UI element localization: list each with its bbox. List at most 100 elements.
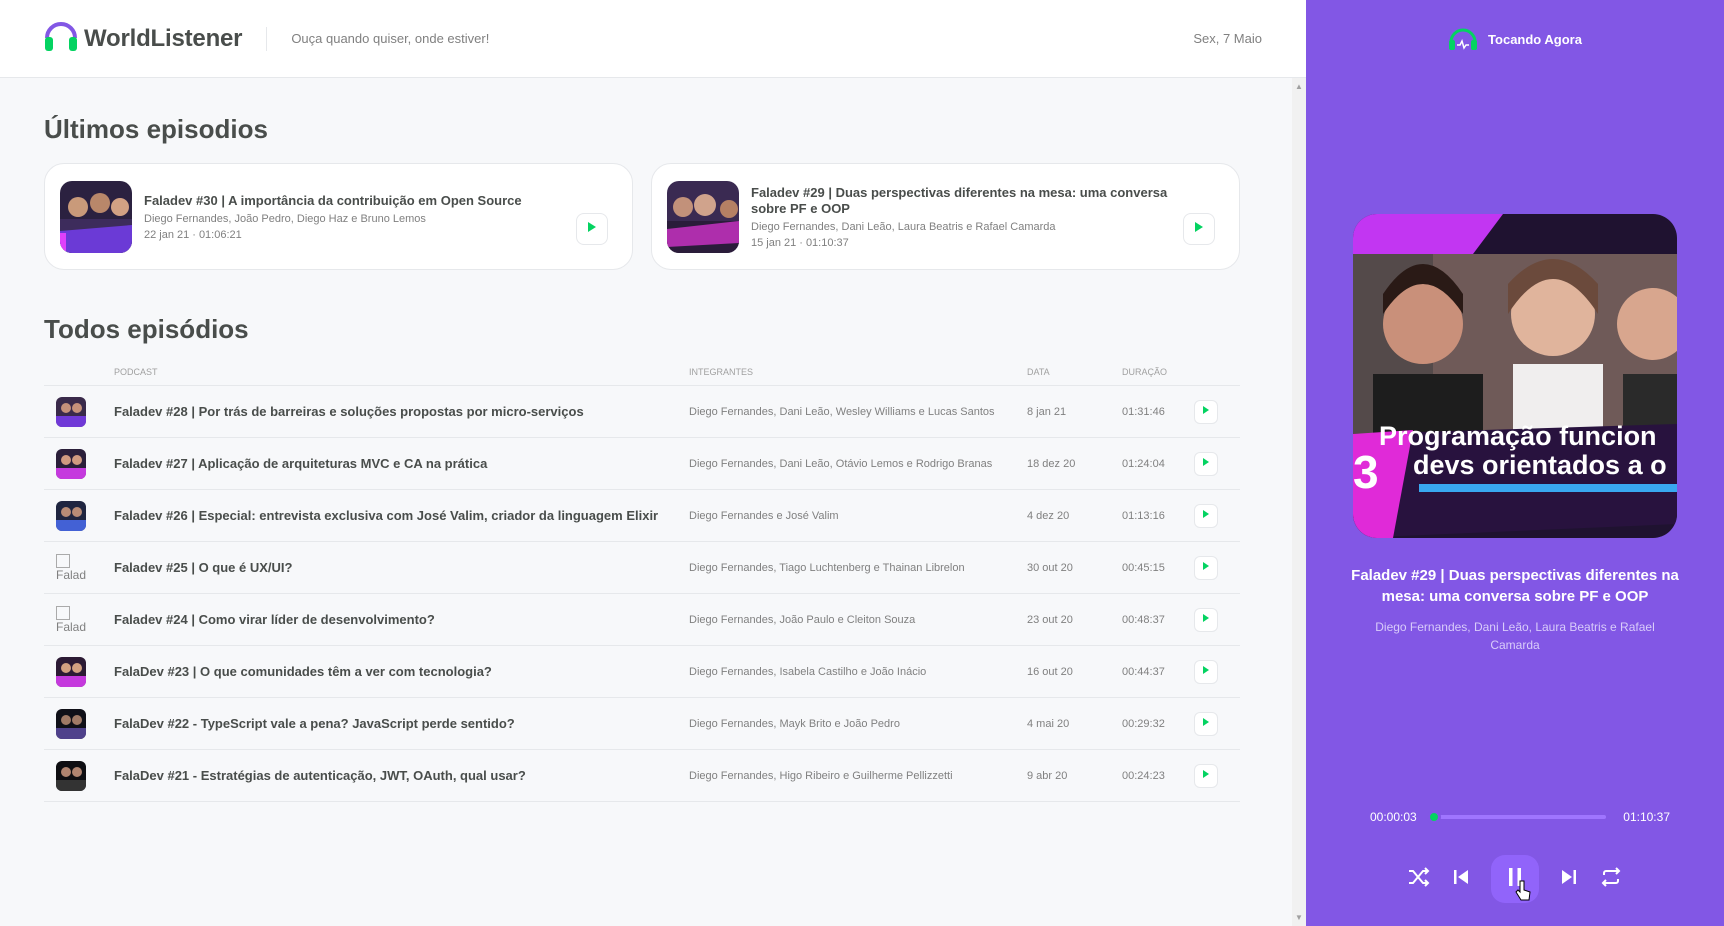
player-panel: Tocando Agora 3 Programação funcion devs…: [1306, 0, 1724, 926]
episode-members: Diego Fernandes, Dani Leão, Laura Beatri…: [751, 220, 1056, 233]
episode-title[interactable]: Faladev #30 | A importância da contribui…: [144, 193, 564, 209]
episode-date: 23 out 20: [1027, 593, 1122, 646]
previous-button[interactable]: [1449, 867, 1473, 891]
episode-title[interactable]: Faladev #28 | Por trás de barreiras e so…: [114, 385, 689, 438]
table-row[interactable]: Faladev #28 | Por trás de barreiras e so…: [44, 385, 1240, 438]
table-row[interactable]: Faladev #27 | Aplicação de arquiteturas …: [44, 437, 1240, 490]
logo[interactable]: WorldListener: [44, 18, 243, 59]
latest-episodes-heading: Últimos episodios: [44, 114, 268, 144]
latest-episode-card[interactable]: Faladev #30 | A importância da contribui…: [44, 163, 633, 270]
cell-actions: [1194, 749, 1240, 802]
logo-text: WorldListener: [84, 24, 243, 52]
cell-thumbnail: [44, 385, 114, 438]
episode-title[interactable]: FalaDev #23 | O que comunidades têm a ve…: [114, 645, 689, 698]
next-icon: [1560, 868, 1578, 891]
episode-members: Diego Fernandes, Dani Leão, Otávio Lemos…: [689, 437, 1027, 490]
episode-title[interactable]: Faladev #24 | Como virar líder de desenv…: [114, 593, 689, 646]
total-time: 01:10:37: [1623, 810, 1670, 824]
episode-duration: 01:31:46: [1122, 385, 1194, 438]
cell-thumbnail: [44, 645, 114, 698]
episode-members: Diego Fernandes, Higo Ribeiro e Guilherm…: [689, 749, 1027, 802]
scroll-up-arrow[interactable]: ▲: [1295, 82, 1303, 91]
broken-image: Falad: [56, 553, 114, 582]
shuffle-icon: [1408, 866, 1430, 892]
app-header: WorldListener Ouça quando quiser, onde e…: [0, 0, 1306, 78]
play-icon: [1202, 561, 1210, 574]
episodes-content[interactable]: Últimos episodios Faladev #30 | A import…: [0, 78, 1292, 926]
episode-duration: 01:10:37: [805, 236, 849, 249]
scrollbar[interactable]: ▲ ▼: [1292, 78, 1306, 926]
now-playing-members: Diego Fernandes, Dani Leão, Laura Beatri…: [1375, 620, 1655, 652]
next-button[interactable]: [1557, 867, 1581, 891]
episode-duration: 00:29:32: [1122, 697, 1194, 750]
episode-date: 15 jan 21: [751, 236, 797, 249]
repeat-button[interactable]: [1599, 866, 1623, 892]
play-episode-button[interactable]: [576, 213, 608, 245]
shuffle-button[interactable]: [1407, 866, 1431, 892]
play-icon: [1202, 613, 1210, 626]
episode-members: Diego Fernandes, João Paulo e Cleiton So…: [689, 593, 1027, 646]
broken-image: Falad: [56, 605, 114, 634]
episode-thumbnail: [56, 448, 86, 479]
table-row[interactable]: FalaDev #21 - Estratégias de autenticaçã…: [44, 749, 1240, 802]
scroll-down-arrow[interactable]: ▼: [1295, 913, 1303, 922]
current-time: 00:00:03: [1370, 810, 1417, 824]
table-row[interactable]: Faladev #26 | Especial: entrevista exclu…: [44, 489, 1240, 542]
previous-icon: [1452, 868, 1470, 891]
latest-episode-card[interactable]: Faladev #29 | Duas perspectivas diferent…: [651, 163, 1240, 270]
cover-text-line2: devs orientados a o: [1413, 450, 1667, 480]
cell-thumbnail: [44, 697, 114, 750]
table-row[interactable]: Falad Faladev #24 | Como virar líder de …: [44, 593, 1240, 646]
play-episode-button[interactable]: [1194, 763, 1218, 788]
play-episode-button[interactable]: [1194, 451, 1218, 476]
episode-thumbnail: [56, 760, 86, 791]
cell-actions: [1194, 385, 1240, 438]
cell-thumbnail: [44, 437, 114, 490]
play-icon: [1202, 509, 1210, 522]
episode-title[interactable]: Faladev #25 | O que é UX/UI?: [114, 541, 689, 594]
play-icon: [587, 220, 597, 238]
progress-slider[interactable]: [1427, 810, 1606, 824]
cover-number: 3: [1353, 446, 1379, 498]
episode-meta: 15 jan 21 · 01:10:37: [751, 236, 849, 249]
episode-date: 16 out 20: [1027, 645, 1122, 698]
progress-handle[interactable]: [1427, 810, 1442, 824]
episode-duration: 00:24:23: [1122, 749, 1194, 802]
episode-details: Faladev #30 | A importância da contribui…: [144, 193, 564, 241]
episode-title[interactable]: FalaDev #21 - Estratégias de autenticaçã…: [114, 749, 689, 802]
episode-thumbnail: [60, 180, 132, 253]
player-header: Tocando Agora: [1306, 26, 1724, 52]
play-episode-button[interactable]: [1194, 503, 1218, 528]
table-row[interactable]: FalaDev #22 - TypeScript vale a pena? Ja…: [44, 697, 1240, 750]
episode-members: Diego Fernandes, Tiago Luchtenberg e Tha…: [689, 541, 1027, 594]
play-episode-button[interactable]: [1194, 711, 1218, 736]
headphones-icon: [1448, 26, 1478, 52]
cover-text-line1: Programação funcion: [1379, 421, 1657, 451]
repeat-icon: [1600, 866, 1622, 892]
now-playing-heading: Tocando Agora: [1488, 31, 1582, 47]
episode-duration: 01:06:21: [198, 228, 242, 241]
play-episode-button[interactable]: [1183, 213, 1215, 245]
column-header-podcast: Podcast: [114, 367, 689, 386]
episode-date: 8 jan 21: [1027, 385, 1122, 438]
episode-date: 22 jan 21: [144, 228, 190, 241]
episode-date: 30 out 20: [1027, 541, 1122, 594]
now-playing-cover: 3 Programação funcion devs orientados a …: [1353, 214, 1677, 538]
play-icon: [1202, 717, 1210, 730]
play-episode-button[interactable]: [1194, 555, 1218, 580]
episode-title[interactable]: Faladev #29 | Duas perspectivas diferent…: [751, 185, 1171, 217]
episode-title[interactable]: Faladev #27 | Aplicação de arquiteturas …: [114, 437, 689, 490]
cell-thumbnail: [44, 489, 114, 542]
table-row[interactable]: Falad Faladev #25 | O que é UX/UI? Diego…: [44, 541, 1240, 594]
play-episode-button[interactable]: [1194, 399, 1218, 424]
table-row[interactable]: FalaDev #23 | O que comunidades têm a ve…: [44, 645, 1240, 698]
episode-date: 4 mai 20: [1027, 697, 1122, 750]
episode-title[interactable]: Faladev #26 | Especial: entrevista exclu…: [114, 489, 689, 542]
episode-duration: 00:48:37: [1122, 593, 1194, 646]
play-icon: [1194, 220, 1204, 238]
play-episode-button[interactable]: [1194, 607, 1218, 632]
episode-members: Diego Fernandes, Isabela Castilho e João…: [689, 645, 1027, 698]
play-episode-button[interactable]: [1194, 659, 1218, 684]
cell-actions: [1194, 697, 1240, 750]
episode-title[interactable]: FalaDev #22 - TypeScript vale a pena? Ja…: [114, 697, 689, 750]
